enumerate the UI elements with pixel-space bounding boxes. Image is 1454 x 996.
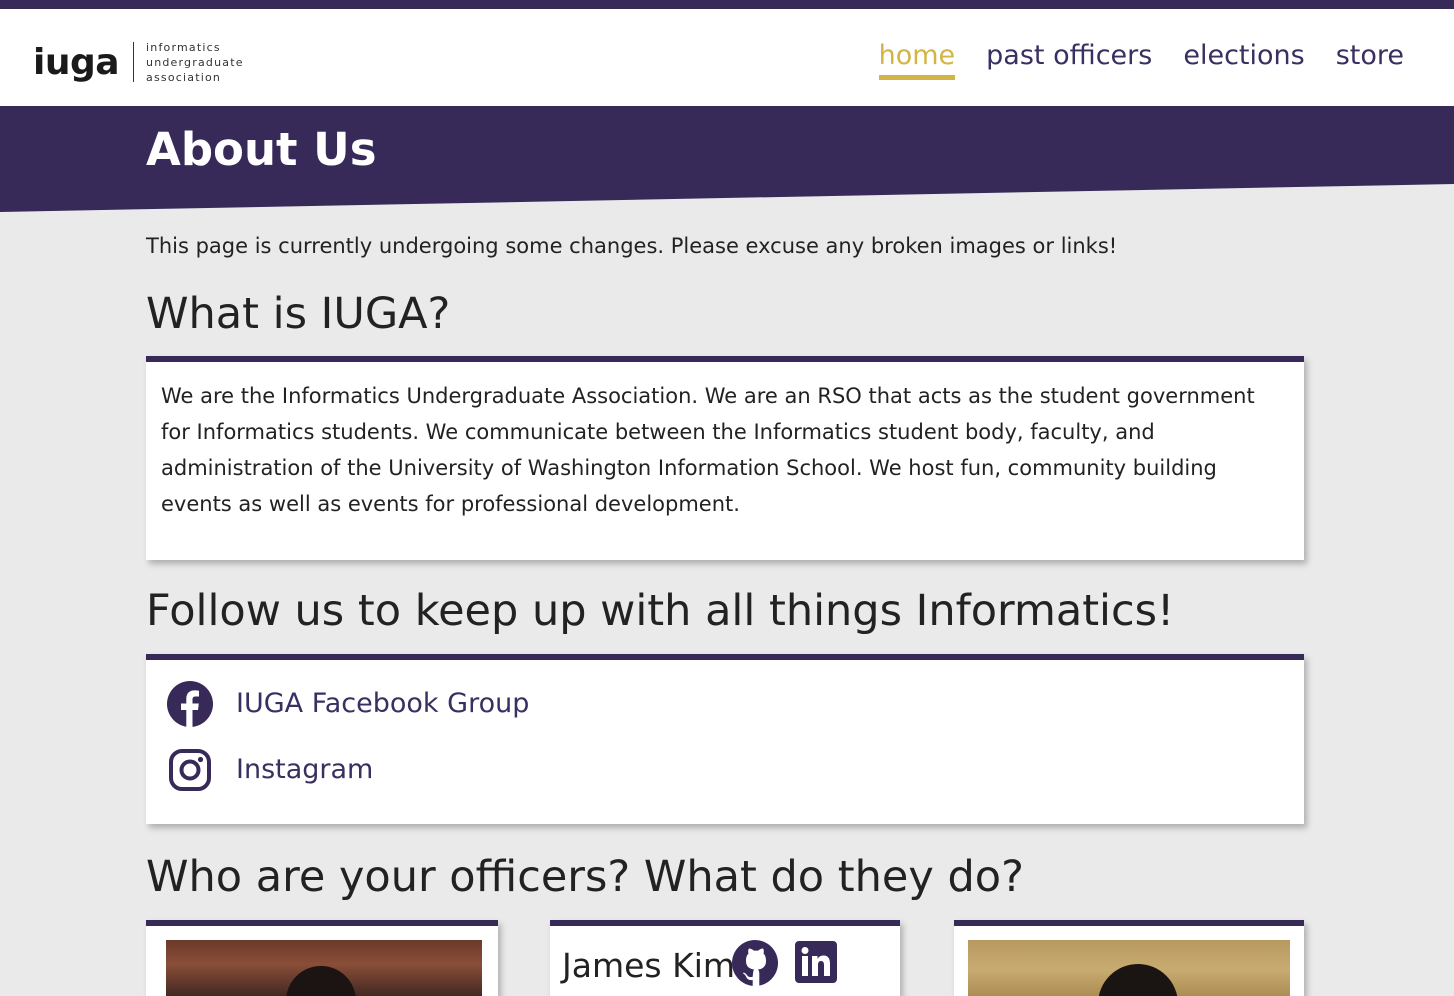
instagram-link-label: Instagram xyxy=(236,754,374,785)
main-nav: home past officers elections store xyxy=(878,39,1404,80)
instagram-icon xyxy=(166,746,214,794)
officer-name: James Kim xyxy=(562,946,736,985)
github-icon[interactable] xyxy=(732,940,778,990)
page-title: About Us xyxy=(146,123,377,176)
facebook-link[interactable]: IUGA Facebook Group xyxy=(166,680,529,728)
logo-line: informatics xyxy=(146,40,221,54)
follow-card: IUGA Facebook Group Instagram xyxy=(146,654,1304,824)
officer-card xyxy=(954,920,1304,996)
officer-card: James Kim xyxy=(550,920,900,996)
what-heading: What is IUGA? xyxy=(146,289,451,339)
logo-mark: iuga xyxy=(33,41,120,83)
follow-heading: Follow us to keep up with all things Inf… xyxy=(146,586,1175,636)
officer-links xyxy=(732,940,838,990)
nav-past-officers[interactable]: past officers xyxy=(986,39,1152,80)
instagram-link[interactable]: Instagram xyxy=(166,746,373,794)
logo-line: undergraduate xyxy=(146,55,244,69)
notice-text: This page is currently undergoing some c… xyxy=(146,234,1118,258)
iuga-logo[interactable]: iuga informatics undergraduate associati… xyxy=(33,37,244,87)
site-header: iuga informatics undergraduate associati… xyxy=(0,9,1454,106)
facebook-link-label: IUGA Facebook Group xyxy=(236,688,530,719)
nav-elections[interactable]: elections xyxy=(1183,39,1304,80)
facebook-icon xyxy=(166,680,214,728)
officers-heading: Who are your officers? What do they do? xyxy=(146,852,1024,902)
logo-subtitle: informatics undergraduate association xyxy=(146,40,244,85)
officer-photo xyxy=(968,940,1290,996)
officer-card xyxy=(146,920,498,996)
what-card: We are the Informatics Undergraduate Ass… xyxy=(146,356,1304,560)
logo-divider xyxy=(133,42,135,82)
nav-store[interactable]: store xyxy=(1336,39,1404,80)
officer-photo xyxy=(166,940,482,996)
linkedin-icon[interactable] xyxy=(794,940,838,990)
logo-line: association xyxy=(146,70,222,84)
top-accent-strip xyxy=(0,0,1454,9)
nav-home[interactable]: home xyxy=(878,39,956,80)
what-body: We are the Informatics Undergraduate Ass… xyxy=(161,384,1255,516)
